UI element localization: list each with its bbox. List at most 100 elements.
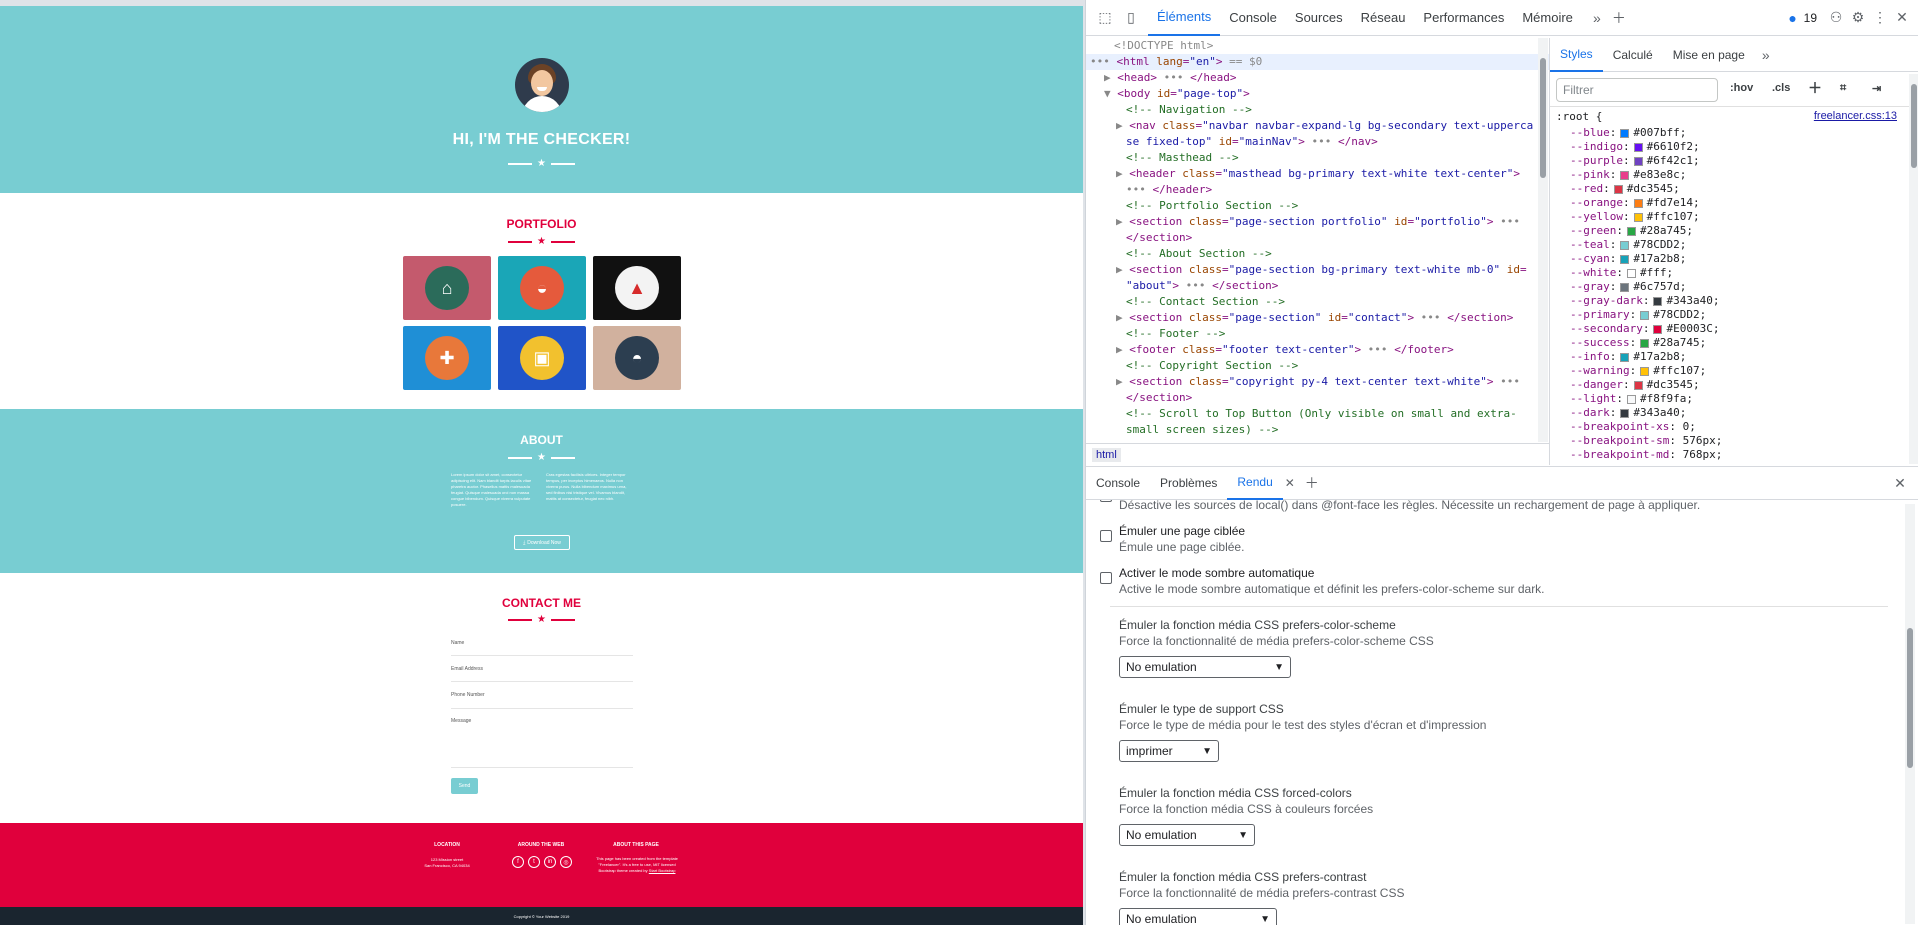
css-variable[interactable]: --orange: #fd7e14; xyxy=(1550,196,1900,210)
dom-node-line[interactable]: ▼ <body id="page-top"> xyxy=(1086,86,1549,102)
rendering-scrollbar[interactable] xyxy=(1905,504,1915,924)
toggle-sidebar-icon[interactable]: ⇥ xyxy=(1872,82,1881,95)
dom-node-line[interactable]: </section> xyxy=(1086,230,1549,246)
media-select[interactable]: No emulation ▼ xyxy=(1119,824,1255,846)
device-toolbar-icon[interactable]: ▯ xyxy=(1120,7,1142,29)
color-swatch[interactable] xyxy=(1640,338,1650,348)
settings-icon[interactable]: ⚙ xyxy=(1847,7,1869,29)
cls-toggle[interactable]: .cls xyxy=(1772,82,1790,94)
drawer-tab-rendu[interactable]: Rendu xyxy=(1227,466,1283,500)
media-select[interactable]: imprimer ▼ xyxy=(1119,740,1219,762)
color-swatch[interactable] xyxy=(1620,240,1630,250)
css-variable[interactable]: --green: #28a745; xyxy=(1550,224,1900,238)
css-variable[interactable]: --cyan: #17a2b8; xyxy=(1550,252,1900,266)
portfolio-item-cabin[interactable]: ⌂ xyxy=(403,256,491,320)
download-button[interactable]: ⤓ Download Now xyxy=(514,535,570,550)
css-variable[interactable]: --secondary: #E0003C; xyxy=(1550,322,1900,336)
dom-node-line[interactable]: <!DOCTYPE html> xyxy=(1086,38,1549,54)
media-select[interactable]: No emulation ▼ xyxy=(1119,656,1291,678)
color-swatch[interactable] xyxy=(1640,310,1650,320)
color-swatch[interactable] xyxy=(1620,352,1630,362)
inspect-element-icon[interactable]: ⬚ xyxy=(1094,7,1116,29)
color-swatch[interactable] xyxy=(1626,394,1636,404)
dom-node-line[interactable]: ••• <html lang="en"> == $0 xyxy=(1086,54,1549,70)
dom-node-line[interactable]: </section> xyxy=(1086,390,1549,406)
tab-performances[interactable]: Performances xyxy=(1414,0,1513,36)
css-variable[interactable]: --danger: #dc3545; xyxy=(1550,378,1900,392)
portfolio-item-cake[interactable]: ◒ xyxy=(498,256,586,320)
css-variable[interactable]: --primary: #78CDD2; xyxy=(1550,308,1900,322)
rendering-checkbox[interactable] xyxy=(1100,530,1112,542)
dom-node-line[interactable]: ▶ <section class="copyright py-4 text-ce… xyxy=(1086,374,1549,390)
new-tab-icon[interactable]: ＋ xyxy=(1608,7,1630,29)
css-variable[interactable]: --indigo: #6610f2; xyxy=(1550,140,1900,154)
dribbble-icon[interactable]: ◎ xyxy=(560,856,572,868)
dom-node-line[interactable]: <!-- Portfolio Section --> xyxy=(1086,198,1549,214)
issues-count[interactable]: 19 xyxy=(1804,11,1817,25)
color-swatch[interactable] xyxy=(1620,170,1630,180)
css-variable[interactable]: --gray-dark: #343a40; xyxy=(1550,294,1900,308)
dom-node-line[interactable]: ••• </header> xyxy=(1086,182,1549,198)
css-variable[interactable]: --info: #17a2b8; xyxy=(1550,350,1900,364)
drawer-tab-problèmes[interactable]: Problèmes xyxy=(1150,466,1227,500)
color-swatch[interactable] xyxy=(1620,128,1630,138)
css-variable[interactable]: --warning: #ffc107; xyxy=(1550,364,1900,378)
css-variable[interactable]: --teal: #78CDD2; xyxy=(1550,238,1900,252)
new-rule-icon[interactable]: ＋ xyxy=(1808,78,1822,98)
styles-filter-input[interactable]: Filtrer xyxy=(1556,78,1718,102)
email-field[interactable]: Email Address xyxy=(451,666,633,682)
dom-node-line[interactable]: ▶ <footer class="footer text-center"> ••… xyxy=(1086,342,1549,358)
name-field[interactable]: Name xyxy=(451,640,633,656)
css-variable[interactable]: --light: #f8f9fa; xyxy=(1550,392,1900,406)
dom-node-line[interactable]: <!-- Contact Section --> xyxy=(1086,294,1549,310)
twitter-icon[interactable]: t xyxy=(528,856,540,868)
more-panes-icon[interactable]: » xyxy=(1755,44,1777,66)
dom-node-line[interactable]: <!-- Copyright Section --> xyxy=(1086,358,1549,374)
dom-node-line[interactable]: <!-- Footer --> xyxy=(1086,326,1549,342)
styles-scrollbar[interactable] xyxy=(1909,74,1918,464)
css-variable[interactable]: --purple: #6f42c1; xyxy=(1550,154,1900,168)
color-swatch[interactable] xyxy=(1653,324,1663,334)
remote-devices-icon[interactable]: ⚇ xyxy=(1825,7,1847,29)
css-variable[interactable]: --dark: #343a40; xyxy=(1550,406,1900,420)
css-variable[interactable]: --blue: #007bff; xyxy=(1550,126,1900,140)
dom-node-line[interactable]: <!-- Navigation --> xyxy=(1086,102,1549,118)
styles-tab-2[interactable]: Mise en page xyxy=(1663,38,1755,72)
portfolio-item-circus[interactable]: ▲ xyxy=(593,256,681,320)
color-swatch[interactable] xyxy=(1613,184,1623,194)
color-swatch[interactable] xyxy=(1620,282,1630,292)
drawer-tab-console[interactable]: Console xyxy=(1086,466,1150,500)
message-field[interactable]: Message xyxy=(451,718,633,768)
dom-node-line[interactable]: small screen sizes) --> xyxy=(1086,422,1549,438)
css-variable[interactable]: --gray: #6c757d; xyxy=(1550,280,1900,294)
css-variable[interactable]: --breakpoint-md: 768px; xyxy=(1550,448,1900,462)
tab-console[interactable]: Console xyxy=(1220,0,1286,36)
color-swatch[interactable] xyxy=(1620,254,1630,264)
start-bootstrap-link[interactable]: Start Bootstrap xyxy=(649,868,676,873)
color-swatch[interactable] xyxy=(1620,408,1630,418)
tab-réseau[interactable]: Réseau xyxy=(1352,0,1415,36)
portfolio-item-submarine[interactable]: ◓ xyxy=(593,326,681,390)
dom-node-line[interactable]: se fixed-top" id="mainNav"> ••• </nav> xyxy=(1086,134,1549,150)
dom-node-line[interactable]: ▶ <section class="page-section bg-primar… xyxy=(1086,262,1549,278)
breadcrumb-html[interactable]: html xyxy=(1092,447,1121,462)
color-swatch[interactable] xyxy=(1633,380,1643,390)
close-icon[interactable]: ✕ xyxy=(1891,7,1913,29)
hov-toggle[interactable]: :hov xyxy=(1730,82,1753,94)
local-fonts-checkbox[interactable] xyxy=(1100,500,1112,502)
css-variable[interactable]: --breakpoint-xs: 0; xyxy=(1550,420,1900,434)
dom-node-line[interactable]: ▶ <nav class="navbar navbar-expand-lg bg… xyxy=(1086,118,1549,134)
dom-node-line[interactable]: ▶ <section class="page-section portfolio… xyxy=(1086,214,1549,230)
dom-node-line[interactable]: ▶ <head> ••• </head> xyxy=(1086,70,1549,86)
facebook-icon[interactable]: f xyxy=(512,856,524,868)
close-drawer-icon[interactable]: ✕ xyxy=(1889,472,1911,494)
tab-sources[interactable]: Sources xyxy=(1286,0,1352,36)
paint-brush-icon[interactable]: ⌗ xyxy=(1840,82,1846,95)
color-swatch[interactable] xyxy=(1626,268,1636,278)
color-swatch[interactable] xyxy=(1626,226,1636,236)
add-drawer-tab-icon[interactable]: ＋ xyxy=(1301,472,1323,494)
color-swatch[interactable] xyxy=(1640,366,1650,376)
color-swatch[interactable] xyxy=(1633,212,1643,222)
dom-node-line[interactable]: ▶ <section class="page-section" id="cont… xyxy=(1086,310,1549,326)
rule-source-link[interactable]: freelancer.css:13 xyxy=(1814,110,1897,122)
